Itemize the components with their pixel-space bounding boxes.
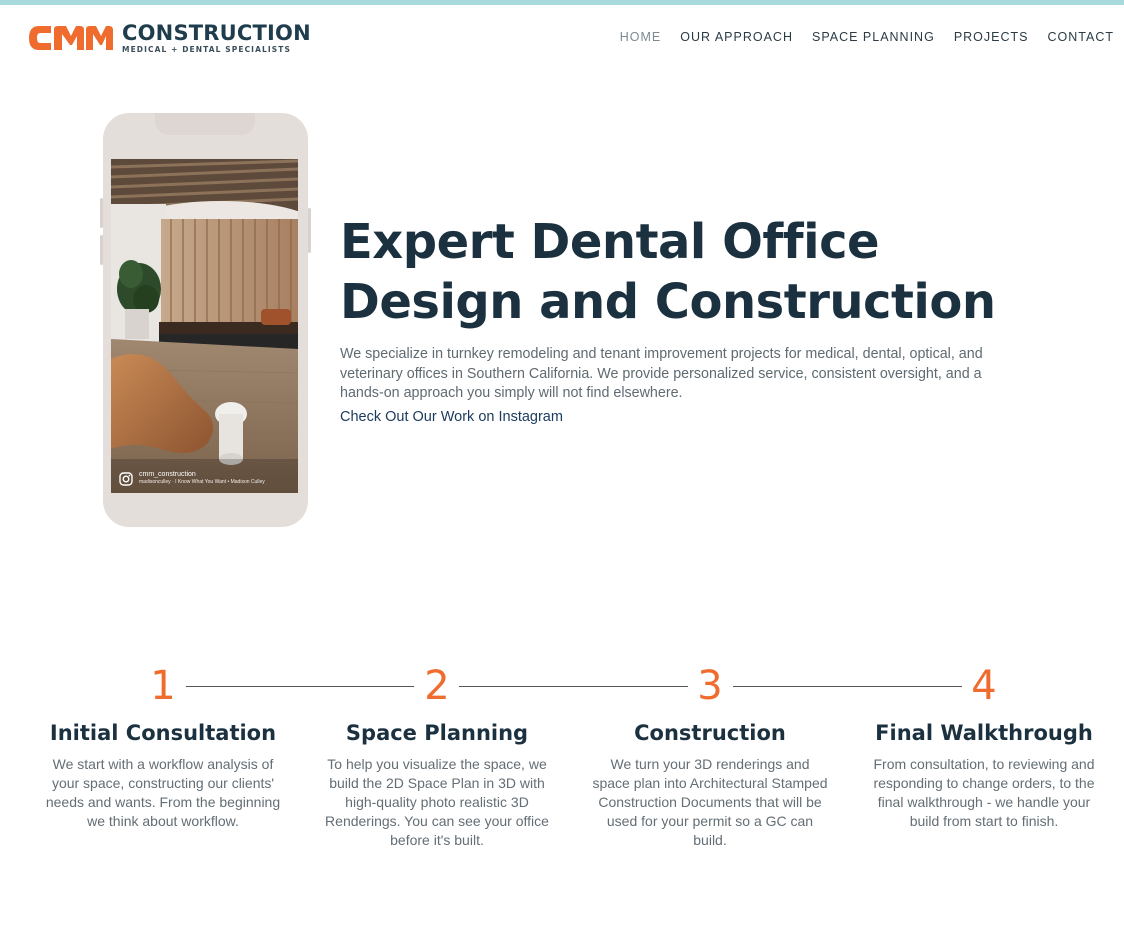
instagram-attribution: cmm_construction madisonculley · I Know … (119, 471, 265, 486)
hero-description: We specialize in turnkey remodeling and … (340, 346, 983, 401)
instagram-link[interactable]: Check Out Our Work on Instagram (340, 409, 563, 425)
step-final-walkthrough: 4 Final Walkthrough From consultation, t… (864, 662, 1104, 831)
step-description: We turn your 3D renderings and space pla… (592, 756, 828, 848)
instagram-caption: madisonculley · I Know What You Want • M… (139, 479, 265, 485)
nav-our-approach[interactable]: OUR APPROACH (680, 29, 793, 45)
phone-side-button (308, 208, 311, 253)
step-initial-consultation: 1 Initial Consultation We start with a w… (43, 662, 283, 831)
nav-space-planning[interactable]: SPACE PLANNING (812, 29, 935, 45)
step-description: To help you visualize the space, we buil… (325, 756, 549, 848)
phone-notch (155, 113, 255, 135)
nav-contact[interactable]: CONTACT (1048, 29, 1115, 45)
office-interior-image (111, 159, 298, 493)
step-space-planning: 2 Space Planning To help you visualize t… (317, 662, 557, 850)
step-construction: 3 Construction We turn your 3D rendering… (590, 662, 830, 850)
cmm-logo-mark-icon (29, 26, 113, 50)
step-title: Space Planning (345, 721, 529, 745)
hero-title: Expert Dental Office Design and Construc… (340, 214, 996, 330)
step-title: Construction (634, 721, 786, 745)
step-title: Final Walkthrough (875, 721, 1093, 745)
step-description: We start with a workflow analysis of you… (45, 756, 281, 829)
site-logo[interactable]: CONSTRUCTION MEDICAL + DENTAL SPECIALIST… (26, 20, 311, 56)
phone-side-button (100, 235, 103, 265)
nav-projects[interactable]: PROJECTS (954, 29, 1029, 45)
logo-tagline: MEDICAL + DENTAL SPECIALISTS (122, 45, 291, 54)
phone-side-button (100, 198, 103, 228)
step-title: Initial Consultation (49, 721, 277, 745)
step-description: From consultation, to reviewing and resp… (873, 756, 1095, 829)
step-number: 3 (697, 663, 723, 709)
phone-mockup: cmm_construction madisonculley · I Know … (100, 113, 311, 527)
step-number: 2 (424, 663, 450, 709)
step-number: 4 (971, 663, 997, 709)
main-nav: HOME OUR APPROACH SPACE PLANNING PROJECT… (601, 29, 1114, 45)
step-number: 1 (150, 663, 176, 709)
instagram-video-preview[interactable]: cmm_construction madisonculley · I Know … (111, 159, 298, 493)
logo-wordmark: CONSTRUCTION (122, 21, 311, 45)
instagram-handle: cmm_construction (139, 471, 196, 478)
top-accent-strip (0, 0, 1124, 5)
nav-home[interactable]: HOME (620, 29, 662, 45)
instagram-icon (119, 471, 133, 486)
